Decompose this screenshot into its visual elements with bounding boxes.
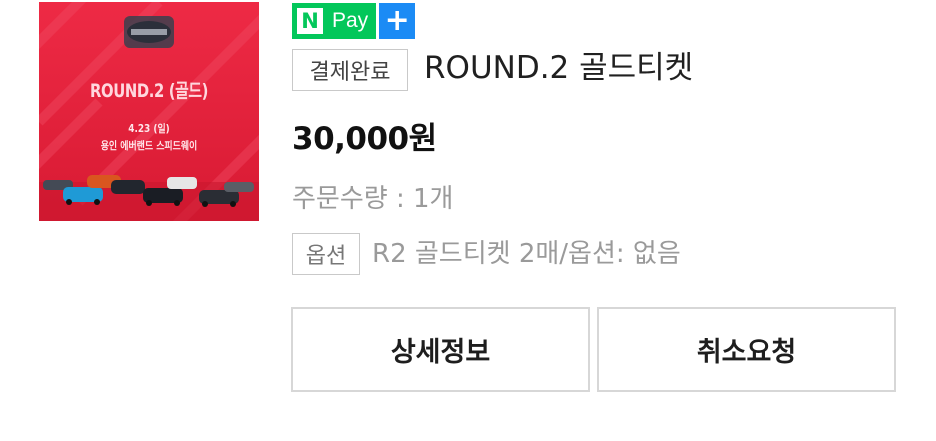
naver-pay-plus-badge: N Pay + (292, 3, 416, 39)
thumbnail-date: 4.23 (일) (128, 123, 170, 135)
thumbnail-title: ROUND.2 (골드) (90, 80, 208, 102)
thumbnail-venue: 용인 에버랜드 스피드웨이 (100, 140, 198, 152)
plus-icon: + (379, 3, 416, 39)
product-thumbnail[interactable]: ROUND.2 (골드) 4.23 (일) 용인 에버랜드 스피드웨이 (39, 2, 259, 221)
naver-n-icon: N (297, 8, 323, 34)
product-price: 30,000원 (292, 121, 437, 157)
detail-info-button[interactable]: 상세정보 (291, 307, 590, 392)
order-status-badge: 결제완료 (292, 49, 408, 91)
option-badge: 옵션 (292, 233, 360, 275)
option-value: R2 골드티켓 2매/옵션: 없음 (372, 239, 681, 269)
order-quantity: 주문수량 : 1개 (292, 184, 454, 214)
naver-pay-label: N Pay (292, 3, 377, 39)
event-logo-emblem (124, 16, 174, 48)
product-name[interactable]: ROUND.2 골드티켓 (424, 44, 693, 92)
thumbnail-artwork (39, 2, 259, 221)
pay-text: Pay (332, 9, 369, 32)
cancel-request-button[interactable]: 취소요청 (597, 307, 896, 392)
